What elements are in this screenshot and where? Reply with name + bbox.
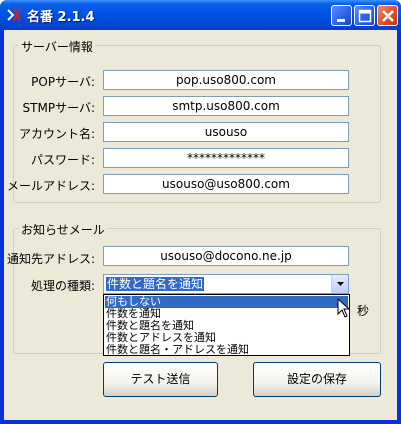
app-icon <box>7 8 21 22</box>
process-type-select[interactable]: 件数と題名を通知 <box>103 274 349 294</box>
close-icon <box>382 10 394 22</box>
pop-server-field[interactable]: pop.uso800.com <box>103 70 349 90</box>
title-bar[interactable]: 名番 2.1.4 <box>0 0 401 30</box>
smtp-server-label: STMPサーバ: <box>22 101 95 115</box>
account-name-label: アカウント名: <box>18 127 95 141</box>
window-title: 名番 2.1.4 <box>27 10 95 25</box>
dropdown-button[interactable] <box>331 275 348 293</box>
email-address-label: メールアドレス: <box>6 179 95 193</box>
password-field[interactable]: ************* <box>103 148 349 168</box>
close-button[interactable] <box>377 5 398 26</box>
dropdown-option-count-subject-address[interactable]: 件数と題名・アドレスを通知 <box>105 344 348 356</box>
pop-server-label: POPサーバ: <box>31 75 95 89</box>
password-label: パスワード: <box>30 153 95 167</box>
minimize-icon <box>337 19 345 22</box>
process-type-selected: 件数と題名を通知 <box>106 277 205 291</box>
server-info-group-label: サーバー情報 <box>19 38 95 55</box>
maximize-button[interactable] <box>354 5 375 26</box>
chevron-down-icon <box>337 282 344 286</box>
notify-address-label: 通知先アドレス: <box>6 252 95 266</box>
save-settings-button[interactable]: 設定の保存 <box>253 362 381 397</box>
seconds-suffix: 秒 <box>357 304 370 318</box>
notification-group-label: お知らせメール <box>19 221 107 238</box>
notify-address-field[interactable]: usouso@docono.ne.jp <box>103 246 349 266</box>
window-frame <box>0 420 401 424</box>
email-address-field[interactable]: usouso@uso800.com <box>103 174 349 194</box>
mouse-cursor-icon <box>337 298 351 318</box>
account-name-field[interactable]: usouso <box>103 122 349 142</box>
process-type-dropdown[interactable]: 何もしない 件数を通知 件数と題名を通知 件数とアドレスを通知 件数と題名・アド… <box>103 294 350 356</box>
test-send-button[interactable]: テスト送信 <box>103 362 218 397</box>
smtp-server-field[interactable]: smtp.uso800.com <box>103 96 349 116</box>
minimize-button[interactable] <box>331 5 352 26</box>
maximize-icon <box>358 9 372 23</box>
process-type-label: 処理の種類: <box>30 279 95 293</box>
